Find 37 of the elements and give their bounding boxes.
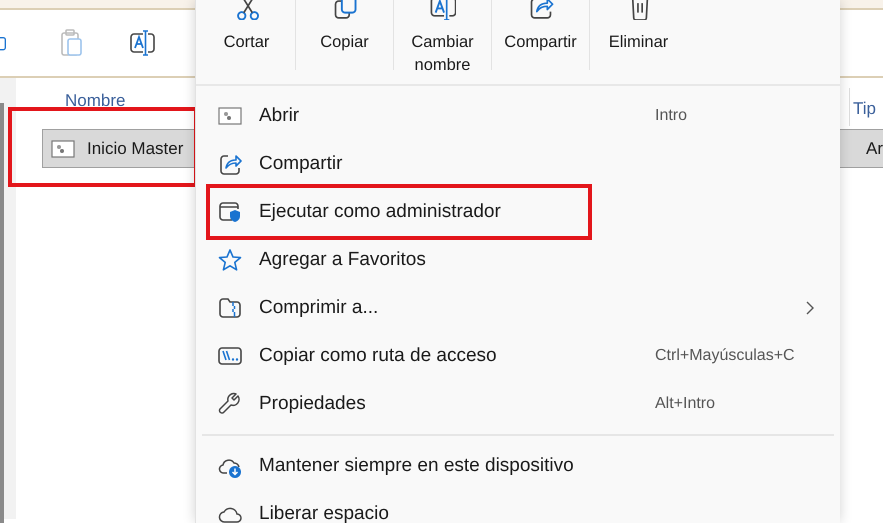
menu-item[interactable]: Propiedades Alt+Intro bbox=[196, 380, 840, 428]
copy-button[interactable]: Copiar bbox=[296, 0, 393, 54]
menu-item-label: Abrir bbox=[259, 104, 300, 128]
scroll-bar[interactable] bbox=[0, 103, 4, 523]
menu-item-label: Copiar como ruta de acceso bbox=[259, 344, 497, 368]
share-icon bbox=[218, 152, 242, 176]
menu-item-label: Comprimir a... bbox=[259, 296, 378, 320]
trash-button[interactable]: Eliminar bbox=[590, 0, 687, 54]
table-cell: Ar bbox=[840, 129, 883, 168]
file-name: Inicio Master bbox=[87, 138, 184, 160]
shortcut-label: Alt+Intro bbox=[655, 394, 716, 414]
menu-item-label: Propiedades bbox=[259, 392, 366, 416]
zip-folder-icon bbox=[218, 296, 242, 320]
menu-item-label: Ejecutar como administrador bbox=[259, 200, 501, 224]
star-icon bbox=[218, 248, 242, 272]
window-shield-icon bbox=[218, 200, 242, 224]
menu-item-label: Compartir bbox=[259, 152, 342, 176]
rename-icon[interactable] bbox=[130, 29, 156, 57]
menu-item[interactable]: Liberar espacio bbox=[196, 490, 840, 523]
path-icon bbox=[218, 344, 242, 368]
menu-item[interactable]: Mantener siempre en este dispositivo bbox=[196, 442, 840, 490]
share-icon bbox=[528, 0, 554, 20]
menu-item[interactable]: Ejecutar como administrador bbox=[196, 188, 840, 236]
menu-item-label: Agregar a Favoritos bbox=[259, 248, 426, 272]
rename-button[interactable]: Cambiar nombre bbox=[394, 0, 491, 77]
menu-item[interactable]: Comprimir a... bbox=[196, 284, 840, 332]
menu-item-label: Liberar espacio bbox=[259, 502, 389, 523]
menu-item-label: Mantener siempre en este dispositivo bbox=[259, 454, 574, 478]
column-header[interactable]: Nombre bbox=[65, 88, 126, 128]
wrench-icon bbox=[218, 392, 242, 416]
shortcut-label: Intro bbox=[655, 106, 688, 126]
menu-item[interactable]: Agregar a Favoritos bbox=[196, 236, 840, 284]
scissors-button[interactable]: Cortar bbox=[198, 0, 295, 54]
shortcut-label: Ctrl+Mayúsculas+C bbox=[655, 346, 796, 366]
column-header[interactable]: Tip bbox=[849, 88, 883, 126]
menu-item[interactable]: Copiar como ruta de acceso Ctrl+Mayúsculas+C bbox=[196, 332, 840, 380]
share-button[interactable]: Compartir bbox=[492, 0, 589, 54]
